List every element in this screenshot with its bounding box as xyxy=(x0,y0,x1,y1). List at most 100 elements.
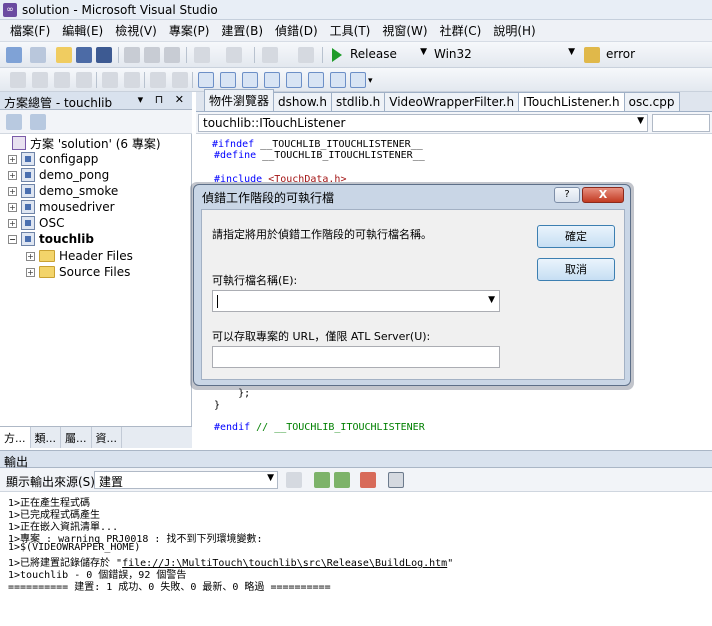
new-project-icon[interactable] xyxy=(6,47,22,63)
toolbar2-icon-2[interactable] xyxy=(32,72,48,88)
toolbar-overflow-icon[interactable]: ▾ xyxy=(368,76,373,86)
tree-folder[interactable]: + Header Files xyxy=(26,248,133,264)
expand-icon[interactable]: + xyxy=(26,267,35,277)
redo-icon[interactable] xyxy=(226,47,242,63)
prev-bookmark-folder-icon[interactable] xyxy=(264,72,280,88)
tab-property-manager[interactable]: 屬... xyxy=(61,427,92,448)
tab-class-view[interactable]: 類... xyxy=(31,427,61,448)
exe-name-combo[interactable]: ▼ xyxy=(212,290,500,312)
next-message-icon[interactable] xyxy=(334,472,350,488)
chevron-down-icon: ▼ xyxy=(568,47,575,57)
menu-help[interactable]: 說明(H) xyxy=(487,22,541,39)
tree-solution[interactable]: 方案 'solution' (6 專案) xyxy=(12,135,161,151)
start-debugging-icon[interactable] xyxy=(332,48,342,62)
undo-icon[interactable] xyxy=(194,47,210,63)
expand-icon[interactable]: + xyxy=(26,251,35,261)
editor-tabs: 物件瀏覽器 dshow.h stdlib.h VideoWrapperFilte… xyxy=(196,89,712,112)
menu-project[interactable]: 專案(P) xyxy=(163,22,216,39)
paste-icon[interactable] xyxy=(164,47,180,63)
navigate-back-icon[interactable] xyxy=(262,47,278,63)
find-combo[interactable]: error xyxy=(602,46,710,64)
open-icon[interactable] xyxy=(56,47,72,63)
copy-icon[interactable] xyxy=(144,47,160,63)
expand-icon[interactable]: + xyxy=(8,186,17,196)
outdent-icon[interactable] xyxy=(102,72,118,88)
tab-object-browser[interactable]: 物件瀏覽器 xyxy=(204,89,275,111)
clear-all-icon[interactable] xyxy=(360,472,376,488)
show-all-files-icon[interactable] xyxy=(30,114,46,130)
tree-folder[interactable]: + Source Files xyxy=(26,264,130,280)
tree-project[interactable]: + configapp xyxy=(8,151,98,167)
tab-solution-explorer[interactable]: 方... xyxy=(0,427,31,448)
expand-icon[interactable]: + xyxy=(8,154,17,164)
tree-project[interactable]: + mousedriver xyxy=(8,199,115,215)
collapse-icon[interactable]: − xyxy=(8,234,17,244)
platform-value: Win32 xyxy=(434,47,472,61)
url-input[interactable] xyxy=(212,346,500,368)
next-bookmark-folder-icon[interactable] xyxy=(286,72,302,88)
platform-combo[interactable]: Win32 ▼ xyxy=(430,46,578,64)
menu-tools[interactable]: 工具(T) xyxy=(324,22,377,39)
menu-build[interactable]: 建置(B) xyxy=(215,22,269,39)
save-icon[interactable] xyxy=(76,47,92,63)
add-item-icon[interactable] xyxy=(30,47,46,63)
expand-icon[interactable]: + xyxy=(8,170,17,180)
tab-stdlib-h[interactable]: stdlib.h xyxy=(330,92,386,111)
menu-view[interactable]: 檢視(V) xyxy=(109,22,163,39)
scope-combo[interactable]: touchlib::ITouchListener ▼ xyxy=(198,114,648,132)
member-combo[interactable] xyxy=(652,114,710,132)
word-wrap-icon[interactable] xyxy=(388,472,404,488)
configuration-combo[interactable]: Release ▼ xyxy=(346,46,430,64)
find-message-icon[interactable] xyxy=(286,472,302,488)
indent-icon[interactable] xyxy=(124,72,140,88)
output-source-combo[interactable]: 建置 ▼ xyxy=(94,471,278,489)
cut-icon[interactable] xyxy=(124,47,140,63)
chevron-down-icon[interactable]: ▼ xyxy=(488,295,495,305)
menu-file[interactable]: 檔案(F) xyxy=(4,22,56,39)
code-line: #endif // __TOUCHLIB_ITOUCHLISTENER xyxy=(214,422,425,433)
menu-debug[interactable]: 偵錯(D) xyxy=(269,22,324,39)
tab-resource-view[interactable]: 資... xyxy=(92,427,122,448)
find-icon[interactable] xyxy=(584,47,600,63)
next-bookmark-icon[interactable] xyxy=(242,72,258,88)
tree-project[interactable]: + demo_smoke xyxy=(8,183,118,199)
panel-buttons[interactable]: ▾ ⊓ ✕ xyxy=(138,93,188,106)
project-label: touchlib xyxy=(39,232,94,246)
expand-icon[interactable]: + xyxy=(8,202,17,212)
previous-message-icon[interactable] xyxy=(314,472,330,488)
menu-community[interactable]: 社群(C) xyxy=(434,22,488,39)
save-all-icon[interactable] xyxy=(96,47,112,63)
toolbar2-icon-4[interactable] xyxy=(76,72,92,88)
help-button[interactable]: ? xyxy=(554,187,580,203)
menu-edit[interactable]: 編輯(E) xyxy=(56,22,109,39)
expand-icon[interactable]: + xyxy=(8,218,17,228)
tab-videowrapperfilter-h[interactable]: VideoWrapperFilter.h xyxy=(384,92,520,111)
tab-itouchlistener-h[interactable]: ITouchListener.h xyxy=(518,92,625,111)
toolbar2-icon-1[interactable] xyxy=(10,72,26,88)
window-title: solution - Microsoft Visual Studio xyxy=(22,3,218,17)
properties-icon[interactable] xyxy=(6,114,22,130)
tree-project[interactable]: + demo_pong xyxy=(8,167,109,183)
tree-project-startup[interactable]: − touchlib xyxy=(8,231,94,247)
solution-explorer-header: 方案總管 - touchlib ▾ ⊓ ✕ xyxy=(0,92,192,110)
standard-toolbar: Release ▼ Win32 ▼ error xyxy=(0,42,712,68)
menu-window[interactable]: 視窗(W) xyxy=(376,22,433,39)
ok-button[interactable]: 確定 xyxy=(537,225,615,248)
toolbar2-icon-3[interactable] xyxy=(54,72,70,88)
navigate-forward-icon[interactable] xyxy=(298,47,314,63)
toggle-bookmark-icon[interactable] xyxy=(350,72,366,88)
clear-bookmarks-icon[interactable] xyxy=(308,72,324,88)
bookmark-window-icon[interactable] xyxy=(330,72,346,88)
debug-executable-dialog: 偵錯工作階段的可執行檔 ? X 請指定將用於偵錯工作階段的可執行檔名稱。 確定 … xyxy=(193,184,631,386)
tab-osc-cpp[interactable]: osc.cpp xyxy=(623,92,680,111)
prev-bookmark-icon[interactable] xyxy=(220,72,236,88)
comment-icon[interactable] xyxy=(150,72,166,88)
bookmark-icon[interactable] xyxy=(198,72,214,88)
close-button[interactable]: X xyxy=(582,187,624,203)
cancel-button[interactable]: 取消 xyxy=(537,258,615,281)
tab-dshow-h[interactable]: dshow.h xyxy=(273,92,332,111)
uncomment-icon[interactable] xyxy=(172,72,188,88)
folder-label: Source Files xyxy=(59,265,131,279)
tree-project[interactable]: + OSC xyxy=(8,215,64,231)
output-text[interactable]: 1>正在產生程式碼 1>已完成程式碼產生 1>正在嵌入資訊清單... 1>專案 … xyxy=(0,492,712,626)
